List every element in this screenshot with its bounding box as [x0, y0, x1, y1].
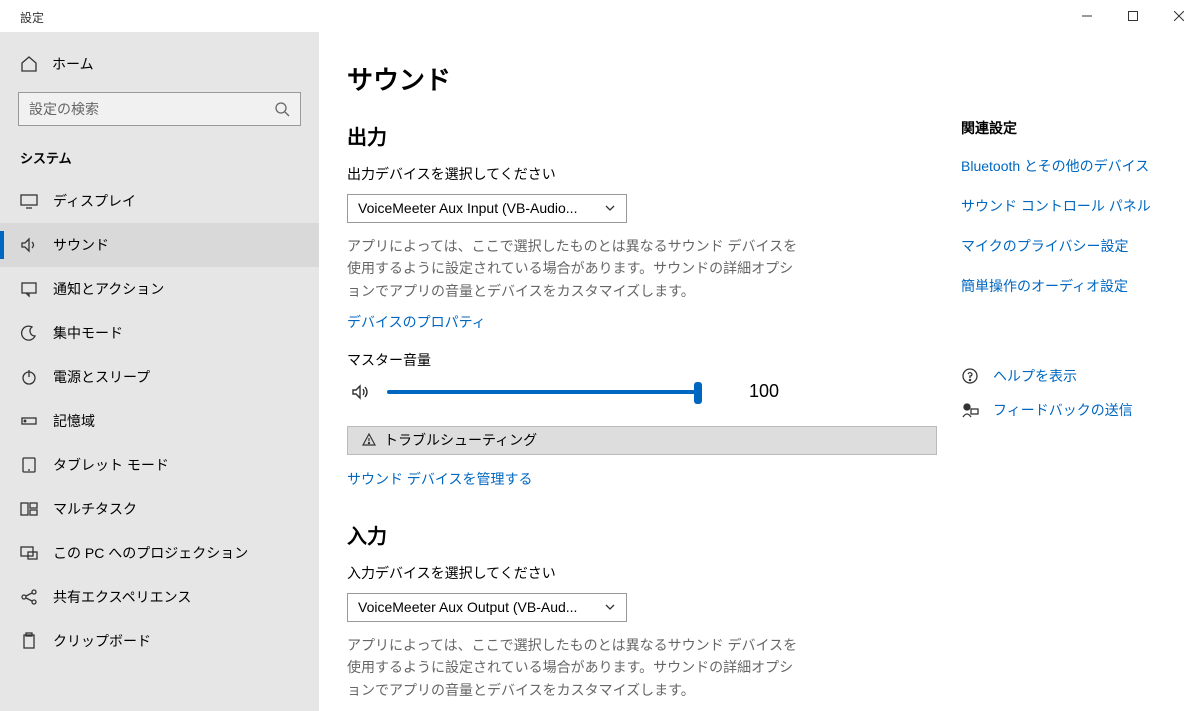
- notification-icon: [20, 280, 38, 298]
- sidebar-item-label: この PC へのプロジェクション: [53, 543, 248, 563]
- sidebar-item-label: マルチタスク: [53, 499, 137, 519]
- rail-link-ease-audio[interactable]: 簡単操作のオーディオ設定: [961, 276, 1202, 296]
- volume-slider[interactable]: [387, 380, 697, 404]
- help-label: ヘルプを表示: [993, 366, 1077, 386]
- home-link[interactable]: ホーム: [0, 42, 319, 86]
- search-icon: [274, 101, 290, 117]
- warning-icon: [362, 433, 376, 447]
- sidebar-item-power[interactable]: 電源とスリープ: [0, 355, 319, 399]
- minimize-button[interactable]: [1064, 0, 1110, 32]
- main-content: サウンド 出力 出力デバイスを選択してください VoiceMeeter Aux …: [319, 32, 1202, 711]
- related-settings-heading: 関連設定: [961, 118, 1202, 138]
- chevron-down-icon: [604, 202, 616, 214]
- window-title: 設定: [20, 9, 44, 26]
- sidebar-item-notifications[interactable]: 通知とアクション: [0, 267, 319, 311]
- sidebar-item-label: 集中モード: [53, 323, 123, 343]
- home-label: ホーム: [52, 54, 94, 74]
- help-icon: [961, 367, 979, 385]
- sidebar-item-storage[interactable]: 記憶域: [0, 399, 319, 443]
- output-device-dropdown[interactable]: VoiceMeeter Aux Input (VB-Audio...: [347, 194, 627, 223]
- right-rail: 関連設定 Bluetooth とその他のデバイス サウンド コントロール パネル…: [937, 60, 1202, 711]
- sidebar-item-label: クリップボード: [53, 631, 151, 651]
- output-heading: 出力: [347, 121, 937, 150]
- sound-icon: [20, 236, 38, 254]
- sidebar-item-label: ディスプレイ: [53, 191, 136, 211]
- sidebar-item-share[interactable]: 共有エクスペリエンス: [0, 575, 319, 619]
- share-icon: [20, 588, 38, 606]
- chevron-down-icon: [604, 601, 616, 613]
- sidebar-item-label: タブレット モード: [53, 455, 169, 475]
- output-help-text: アプリによっては、ここで選択したものとは異なるサウンド デバイスを使用するように…: [347, 235, 807, 302]
- sidebar-item-projection[interactable]: この PC へのプロジェクション: [0, 531, 319, 575]
- input-device-dropdown[interactable]: VoiceMeeter Aux Output (VB-Aud...: [347, 593, 627, 622]
- sidebar-item-label: 記憶域: [53, 411, 95, 431]
- output-device-value: VoiceMeeter Aux Input (VB-Audio...: [358, 200, 577, 216]
- clipboard-icon: [20, 632, 38, 650]
- home-icon: [20, 55, 38, 73]
- tablet-icon: [20, 456, 38, 474]
- output-properties-link[interactable]: デバイスのプロパティ: [347, 312, 937, 332]
- focus-icon: [20, 324, 38, 342]
- volume-value: 100: [749, 381, 779, 402]
- titlebar: 設定: [0, 0, 1202, 32]
- input-select-label: 入力デバイスを選択してください: [347, 563, 937, 583]
- page-title: サウンド: [347, 60, 937, 97]
- multitask-icon: [20, 500, 38, 518]
- close-button[interactable]: [1156, 0, 1202, 32]
- sidebar: ホーム 設定の検索 システム ディスプレイ サウンド 通知とアクション 集中モー…: [0, 32, 319, 711]
- projection-icon: [20, 544, 38, 562]
- display-icon: [20, 192, 38, 210]
- power-icon: [20, 368, 38, 386]
- rail-link-sound-panel[interactable]: サウンド コントロール パネル: [961, 196, 1202, 216]
- feedback-icon: [961, 401, 979, 419]
- slider-thumb[interactable]: [694, 382, 702, 404]
- sidebar-item-label: 共有エクスペリエンス: [53, 587, 191, 607]
- sidebar-item-clipboard[interactable]: クリップボード: [0, 619, 319, 663]
- search-input[interactable]: 設定の検索: [18, 92, 301, 126]
- input-device-value: VoiceMeeter Aux Output (VB-Aud...: [358, 599, 577, 615]
- help-link[interactable]: ヘルプを表示: [961, 366, 1202, 386]
- volume-icon[interactable]: [351, 382, 371, 402]
- feedback-label: フィードバックの送信: [993, 400, 1133, 420]
- sidebar-item-display[interactable]: ディスプレイ: [0, 179, 319, 223]
- sidebar-item-label: 通知とアクション: [53, 279, 164, 299]
- maximize-button[interactable]: [1110, 0, 1156, 32]
- sidebar-item-label: 電源とスリープ: [53, 367, 150, 387]
- manage-devices-link[interactable]: サウンド デバイスを管理する: [347, 469, 937, 489]
- sidebar-item-multitask[interactable]: マルチタスク: [0, 487, 319, 531]
- sidebar-section-title: システム: [0, 138, 319, 179]
- troubleshoot-label: トラブルシューティング: [384, 430, 537, 450]
- sidebar-item-label: サウンド: [53, 235, 109, 255]
- rail-link-bluetooth[interactable]: Bluetooth とその他のデバイス: [961, 156, 1202, 176]
- feedback-link[interactable]: フィードバックの送信: [961, 400, 1202, 420]
- sidebar-item-sound[interactable]: サウンド: [0, 223, 319, 267]
- output-select-label: 出力デバイスを選択してください: [347, 164, 937, 184]
- troubleshoot-button[interactable]: トラブルシューティング: [347, 426, 937, 455]
- search-placeholder: 設定の検索: [29, 99, 274, 119]
- sidebar-item-focus[interactable]: 集中モード: [0, 311, 319, 355]
- rail-link-mic-privacy[interactable]: マイクのプライバシー設定: [961, 236, 1202, 256]
- slider-track: [387, 390, 697, 394]
- sidebar-item-tablet[interactable]: タブレット モード: [0, 443, 319, 487]
- input-heading: 入力: [347, 520, 937, 549]
- master-volume-label: マスター音量: [347, 350, 937, 370]
- storage-icon: [20, 412, 38, 430]
- input-help-text: アプリによっては、ここで選択したものとは異なるサウンド デバイスを使用するように…: [347, 634, 807, 701]
